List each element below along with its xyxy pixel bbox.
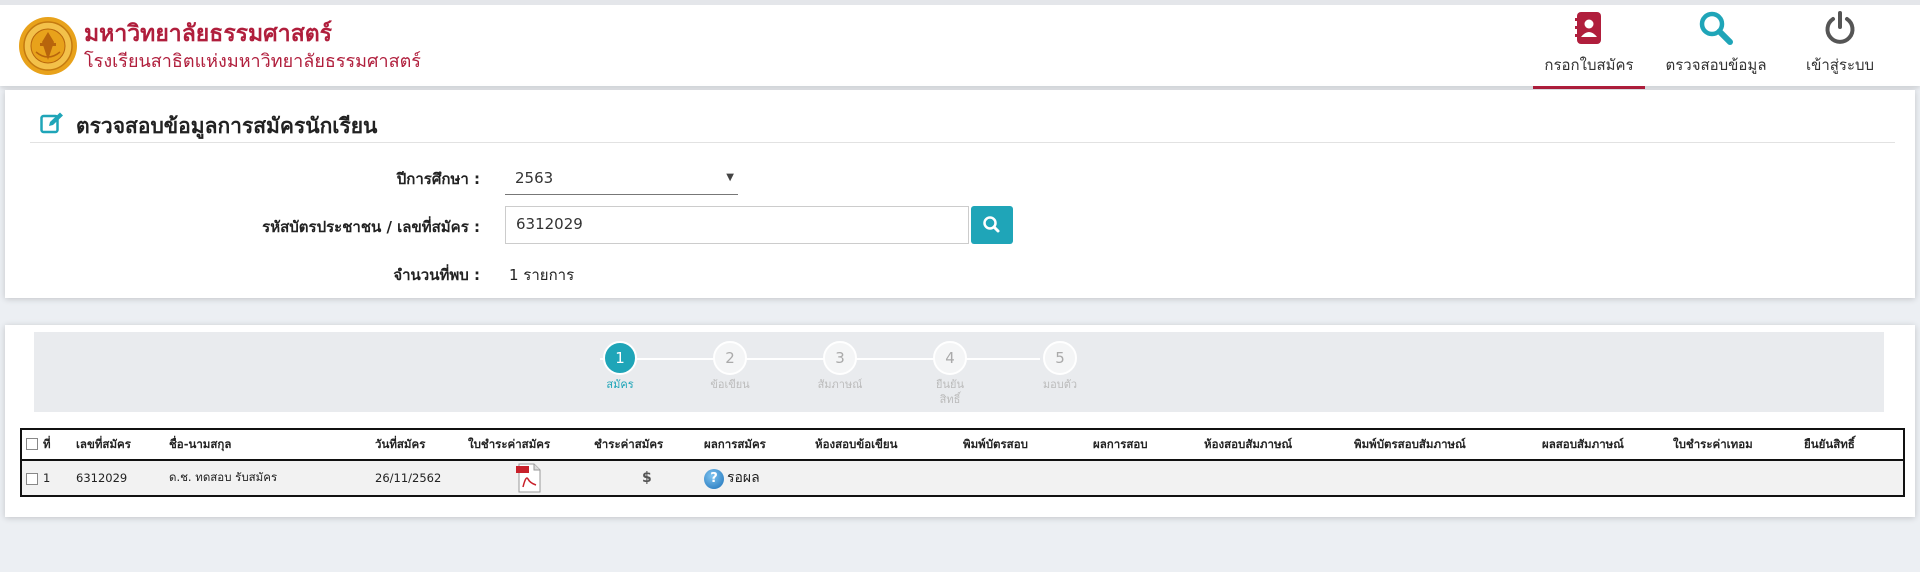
results-table: ที่ เลขที่สมัคร ชื่อ-นามสกุล วันที่สมัคร… — [20, 428, 1905, 497]
row-checkbox[interactable] — [26, 472, 38, 485]
dropdown-arrow-icon: ▼ — [726, 172, 734, 183]
count-label: จำนวนที่พบ : — [393, 266, 480, 284]
col-name: ชื่อ-นามสกุล — [165, 428, 371, 461]
col-app-no: เลขที่สมัคร — [72, 428, 165, 461]
col-date: วันที่สมัคร — [371, 428, 464, 461]
search-panel: ตรวจสอบข้อมูลการสมัครนักเรียน ปีการศึกษา… — [5, 90, 1915, 298]
col-print-interview-card: พิมพ์บัตรสอบสัมภาษณ์ — [1350, 428, 1538, 461]
search-icon — [983, 216, 1000, 233]
cell-payment: $ — [590, 460, 700, 497]
cell-term-slip — [1669, 460, 1800, 497]
step-2-number: 2 — [713, 341, 747, 375]
cell-confirm — [1800, 460, 1905, 497]
cell-app-no: 6312029 — [72, 460, 165, 497]
cell-exam-result — [1089, 460, 1200, 497]
id-input[interactable]: 6312029 — [505, 206, 969, 244]
result-panel: 1 สมัคร 2 ข้อเขียน 3 สัมภาษณ์ 4 ยืนยัน ส… — [5, 325, 1915, 517]
col-written-room: ห้องสอบข้อเขียน — [811, 428, 959, 461]
step-3: 3 สัมภาษณ์ — [800, 341, 880, 393]
col-term-slip: ใบชำระค่าเทอม — [1669, 428, 1800, 461]
nav-apply[interactable]: กรอกใบสมัคร — [1533, 11, 1645, 89]
payment-dollar-icon[interactable]: $ — [642, 470, 652, 486]
brand-subtitle: โรงเรียนสาธิตแห่งมหาวิทยาลัยธรรมศาสตร์ — [84, 51, 421, 72]
col-result: ผลการสมัคร — [700, 428, 811, 461]
col-payment-slip: ใบชำระค่าสมัคร — [464, 428, 590, 461]
search-button[interactable] — [971, 206, 1013, 244]
search-icon — [1699, 11, 1733, 45]
cell-print-interview-card — [1350, 460, 1538, 497]
table-header-row: ที่ เลขที่สมัคร ชื่อ-นามสกุล วันที่สมัคร… — [20, 428, 1905, 461]
col-payment: ชำระค่าสมัคร — [590, 428, 700, 461]
nav-apply-label: กรอกใบสมัคร — [1544, 56, 1634, 74]
step-3-label: สัมภาษณ์ — [817, 378, 863, 391]
nav-check[interactable]: ตรวจสอบข้อมูล — [1658, 11, 1774, 89]
step-5-label: มอบตัว — [1042, 378, 1078, 391]
step-1-number: 1 — [603, 341, 637, 375]
pdf-icon[interactable] — [516, 463, 542, 493]
cell-no: 1 — [20, 460, 72, 497]
cell-interview-room — [1200, 460, 1350, 497]
step-5-number: 5 — [1043, 341, 1077, 375]
cell-print-card — [959, 460, 1089, 497]
step-3-number: 3 — [823, 341, 857, 375]
top-header: มหาวิทยาลัยธรรมศาสตร์ โรงเรียนสาธิตแห่งม… — [0, 0, 1920, 89]
contact-book-icon — [1575, 12, 1601, 44]
step-2: 2 ข้อเขียน — [690, 341, 770, 393]
edit-icon — [40, 112, 63, 134]
step-2-label: ข้อเขียน — [710, 378, 750, 391]
progress-steps: 1 สมัคร 2 ข้อเขียน 3 สัมภาษณ์ 4 ยืนยัน ส… — [34, 332, 1884, 412]
power-icon — [1825, 11, 1855, 44]
cell-result: ? รอผล — [700, 460, 811, 497]
step-5: 5 มอบตัว — [1020, 341, 1100, 393]
col-no: ที่ — [20, 428, 72, 461]
year-label: ปีการศึกษา : — [396, 170, 480, 188]
step-1: 1 สมัคร — [580, 341, 660, 393]
cell-payment-slip — [464, 460, 590, 497]
brand-title: มหาวิทยาลัยธรรมศาสตร์ — [84, 21, 333, 47]
col-interview-room: ห้องสอบสัมภาษณ์ — [1200, 428, 1350, 461]
col-exam-result: ผลการสอบ — [1089, 428, 1200, 461]
cell-name: ด.ช. ทดสอบ รับสมัคร — [165, 460, 371, 497]
select-all-checkbox[interactable] — [26, 438, 38, 450]
result-status: รอผล — [727, 470, 760, 486]
cell-written-room — [811, 460, 959, 497]
step-4-label: ยืนยัน สิทธิ์ — [936, 378, 964, 406]
question-icon: ? — [704, 468, 724, 489]
nav-check-label: ตรวจสอบข้อมูล — [1665, 56, 1767, 74]
col-confirm: ยืนยันสิทธิ์ — [1800, 428, 1905, 461]
year-select-value: 2563 — [515, 169, 554, 187]
id-label: รหัสบัตรประชาชน / เลขที่สมัคร : — [262, 218, 480, 236]
page-title: ตรวจสอบข้อมูลการสมัครนักเรียน — [76, 114, 378, 138]
col-interview-result: ผลสอบสัมภาษณ์ — [1538, 428, 1669, 461]
nav-login-label: เข้าสู่ระบบ — [1805, 56, 1875, 74]
col-print-card: พิมพ์บัตรสอบ — [959, 428, 1089, 461]
step-4-number: 4 — [933, 341, 967, 375]
step-1-label: สมัคร — [606, 378, 634, 391]
step-4: 4 ยืนยัน สิทธิ์ — [910, 341, 990, 408]
cell-date: 26/11/2562 — [371, 460, 464, 497]
table-row: 1 6312029 ด.ช. ทดสอบ รับสมัคร 26/11/2562… — [20, 460, 1905, 497]
year-select[interactable]: 2563 ▼ — [505, 163, 738, 195]
university-logo — [19, 17, 77, 75]
panel-header: ตรวจสอบข้อมูลการสมัครนักเรียน — [30, 104, 1895, 143]
cell-interview-result — [1538, 460, 1669, 497]
count-value: 1 รายการ — [509, 266, 575, 284]
nav-login[interactable]: เข้าสู่ระบบ — [1795, 11, 1885, 89]
